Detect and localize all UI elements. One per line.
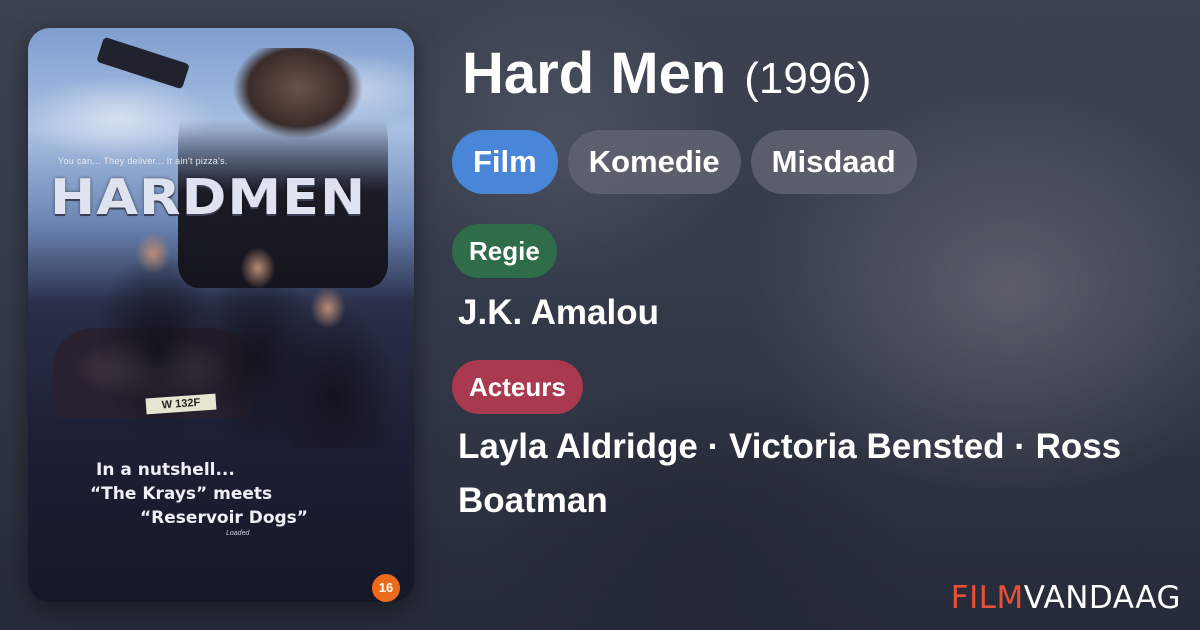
poster-tagline: You can... They deliver... It ain't pizz… — [58, 156, 228, 166]
poster-quote-line: “Reservoir Dogs” — [140, 508, 308, 528]
age-rating-badge: 16 — [372, 574, 400, 602]
logo-film-text: FILM — [950, 580, 1024, 616]
poster-quote: In a nutshell... “The Krays” meets “Rese… — [88, 458, 398, 530]
movie-year: (1996) — [744, 54, 872, 103]
logo-vandaag-text: VANDAAG — [1023, 580, 1181, 616]
movie-title: Hard Men — [462, 41, 727, 106]
movie-poster: You can... They deliver... It ain't pizz… — [28, 28, 414, 602]
filmvandaag-logo[interactable]: FILMVANDAAG — [951, 580, 1181, 616]
actors-list: Layla Aldridge · Victoria Bensted · Ross… — [458, 427, 1122, 520]
title-row: Hard Men (1996) — [462, 40, 871, 107]
genre-pill-misdaad[interactable]: Misdaad — [750, 130, 917, 194]
director-name: J.K. Amalou — [458, 293, 659, 332]
genre-list: Film Komedie Misdaad — [452, 130, 917, 194]
actors-label: Acteurs — [452, 360, 583, 414]
poster-men — [98, 218, 398, 448]
genre-pill-film[interactable]: Film — [452, 130, 558, 194]
genre-pill-komedie[interactable]: Komedie — [567, 130, 741, 194]
poster-quote-line: “The Krays” meets — [90, 484, 273, 504]
poster-quote-line: In a nutshell... — [96, 460, 235, 480]
director-label: Regie — [452, 224, 557, 278]
poster-quote-source: Loaded — [226, 530, 250, 537]
